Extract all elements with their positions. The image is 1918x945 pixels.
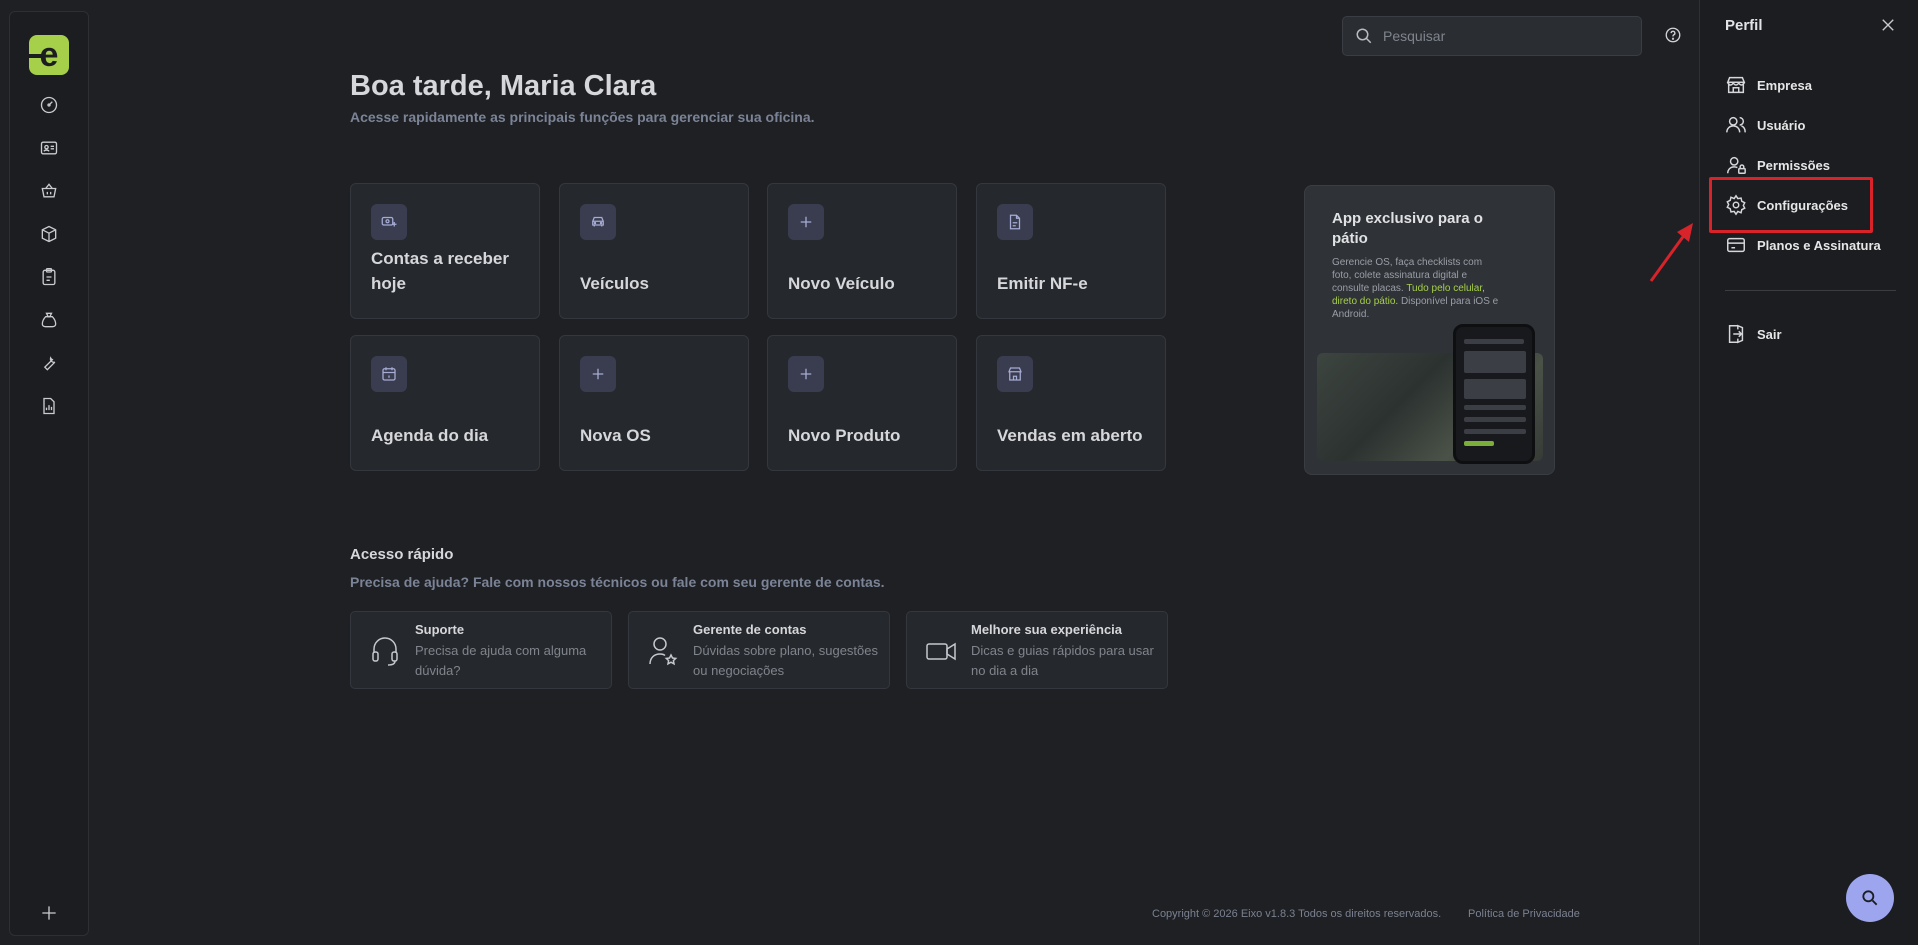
plus-icon (788, 204, 824, 240)
shortcut-card-agenda[interactable]: Agenda do dia (350, 335, 540, 471)
basket-icon[interactable] (38, 180, 60, 202)
page-title: Boa tarde, Maria Clara (350, 70, 657, 102)
quick-access-subtitle: Precisa de ajuda? Fale com nossos técnic… (350, 574, 885, 590)
credit-card-icon (1727, 237, 1745, 253)
shortcut-card-veiculos[interactable]: Veículos (559, 183, 749, 319)
shortcut-card-emitir-nfe[interactable]: Emitir NF-e (976, 183, 1166, 319)
search-box[interactable] (1342, 16, 1642, 56)
search-input[interactable] (1383, 28, 1623, 44)
shortcut-card-vendas-aberto[interactable]: Vendas em aberto (976, 335, 1166, 471)
footer-copyright: Copyright © 2026 Eixo v1.8.3 Todos os di… (1152, 908, 1442, 920)
promo-title: App exclusivo para o pátio (1332, 210, 1483, 247)
box-icon[interactable] (38, 223, 60, 245)
add-icon[interactable] (38, 902, 60, 924)
help-icon[interactable] (1664, 26, 1682, 44)
quick-card-desc: Dúvidas sobre plano, sugestões ou negoci… (693, 643, 879, 678)
quick-card-experiencia[interactable]: Melhore sua experiência Dicas e guias rá… (906, 611, 1168, 689)
panel-item-label: Empresa (1757, 77, 1812, 93)
shortcut-label: Vendas em aberto (997, 426, 1143, 445)
panel-item-label: Usuário (1757, 117, 1806, 133)
promo-text: Gerencie OS, faça checklists com foto, c… (1332, 257, 1499, 320)
quick-card-desc: Precisa de ajuda com alguma dúvida? (415, 643, 587, 678)
phone-mockup (1453, 324, 1535, 464)
panel-item-permissoes[interactable]: Permissões (1725, 153, 1830, 177)
shortcut-label: Novo Produto (788, 426, 901, 445)
shortcut-card-contas-receber[interactable]: Contas a receber hoje (350, 183, 540, 319)
panel-item-label: Planos e Assinatura (1757, 237, 1881, 253)
headset-icon (369, 634, 401, 668)
panel-item-label: Configurações (1757, 197, 1849, 213)
document-icon (997, 204, 1033, 240)
shortcut-card-novo-produto[interactable]: Novo Produto (767, 335, 957, 471)
shortcut-label: Novo Veículo (788, 274, 895, 293)
shortcut-label: Agenda do dia (371, 426, 489, 445)
panel-item-sair[interactable]: Sair (1725, 322, 1782, 346)
search-icon (1862, 890, 1878, 906)
privacy-link[interactable]: Política de Privacidade (1468, 908, 1580, 920)
shortcut-label: Emitir NF-e (997, 274, 1088, 293)
main-content: Boa tarde, Maria Clara Acesse rapidament… (90, 0, 1698, 945)
app-logo[interactable]: e (29, 35, 69, 75)
plus-icon (788, 356, 824, 392)
gear-icon (1726, 194, 1746, 216)
calendar-icon (371, 356, 407, 392)
sidebar-rail: e (9, 11, 89, 936)
report-icon[interactable] (38, 395, 60, 417)
profile-panel: Perfil Empresa Usuário Permissões Config… (1699, 0, 1918, 945)
logout-icon (1728, 324, 1744, 344)
panel-item-label: Sair (1757, 326, 1782, 342)
quick-card-title: Suporte (415, 622, 465, 637)
quick-card-title: Melhore sua experiência (971, 622, 1123, 637)
dashboard-gauge-icon[interactable] (38, 94, 60, 116)
quick-card-desc: Dicas e guias rápidos para usar no dia a… (971, 643, 1154, 678)
shortcut-label: Contas a receber hoje (371, 249, 509, 293)
quick-card-suporte[interactable]: Suporte Precisa de ajuda com alguma dúvi… (350, 611, 612, 689)
shortcut-card-nova-os[interactable]: Nova OS (559, 335, 749, 471)
clipboard-icon[interactable] (38, 266, 60, 288)
cash-icon (371, 204, 407, 240)
page-subtitle: Acesse rapidamente as principais funções… (350, 109, 815, 125)
close-icon[interactable] (1879, 16, 1897, 34)
panel-divider (1725, 290, 1896, 291)
plus-icon (580, 356, 616, 392)
panel-item-planos[interactable]: Planos e Assinatura (1725, 233, 1881, 257)
users-icon (1726, 116, 1746, 133)
panel-item-configuracoes[interactable]: Configurações (1725, 193, 1848, 217)
panel-title: Perfil (1725, 17, 1763, 34)
shortcut-card-novo-veiculo[interactable]: Novo Veículo (767, 183, 957, 319)
shortcut-label: Nova OS (580, 426, 651, 445)
quick-card-gerente[interactable]: Gerente de contas Dúvidas sobre plano, s… (628, 611, 890, 689)
money-bag-icon[interactable] (38, 309, 60, 331)
quick-access-title: Acesso rápido (350, 546, 454, 563)
panel-item-label: Permissões (1757, 157, 1830, 173)
user-star-icon (647, 634, 679, 668)
user-lock-icon (1727, 156, 1746, 174)
shortcut-label: Veículos (580, 274, 649, 293)
search-icon (1356, 28, 1372, 44)
quick-card-title: Gerente de contas (693, 622, 807, 637)
video-camera-icon (925, 634, 957, 668)
panel-item-empresa[interactable]: Empresa (1725, 73, 1812, 97)
car-icon (580, 204, 616, 240)
search-fab-button[interactable] (1846, 874, 1894, 922)
app-promo-card[interactable]: App exclusivo para o pátio Gerencie OS, … (1304, 185, 1555, 475)
panel-item-usuario[interactable]: Usuário (1725, 113, 1805, 137)
wrench-icon[interactable] (38, 352, 60, 374)
store-icon (1726, 76, 1746, 94)
id-card-icon[interactable] (38, 137, 60, 159)
store-icon (997, 356, 1033, 392)
